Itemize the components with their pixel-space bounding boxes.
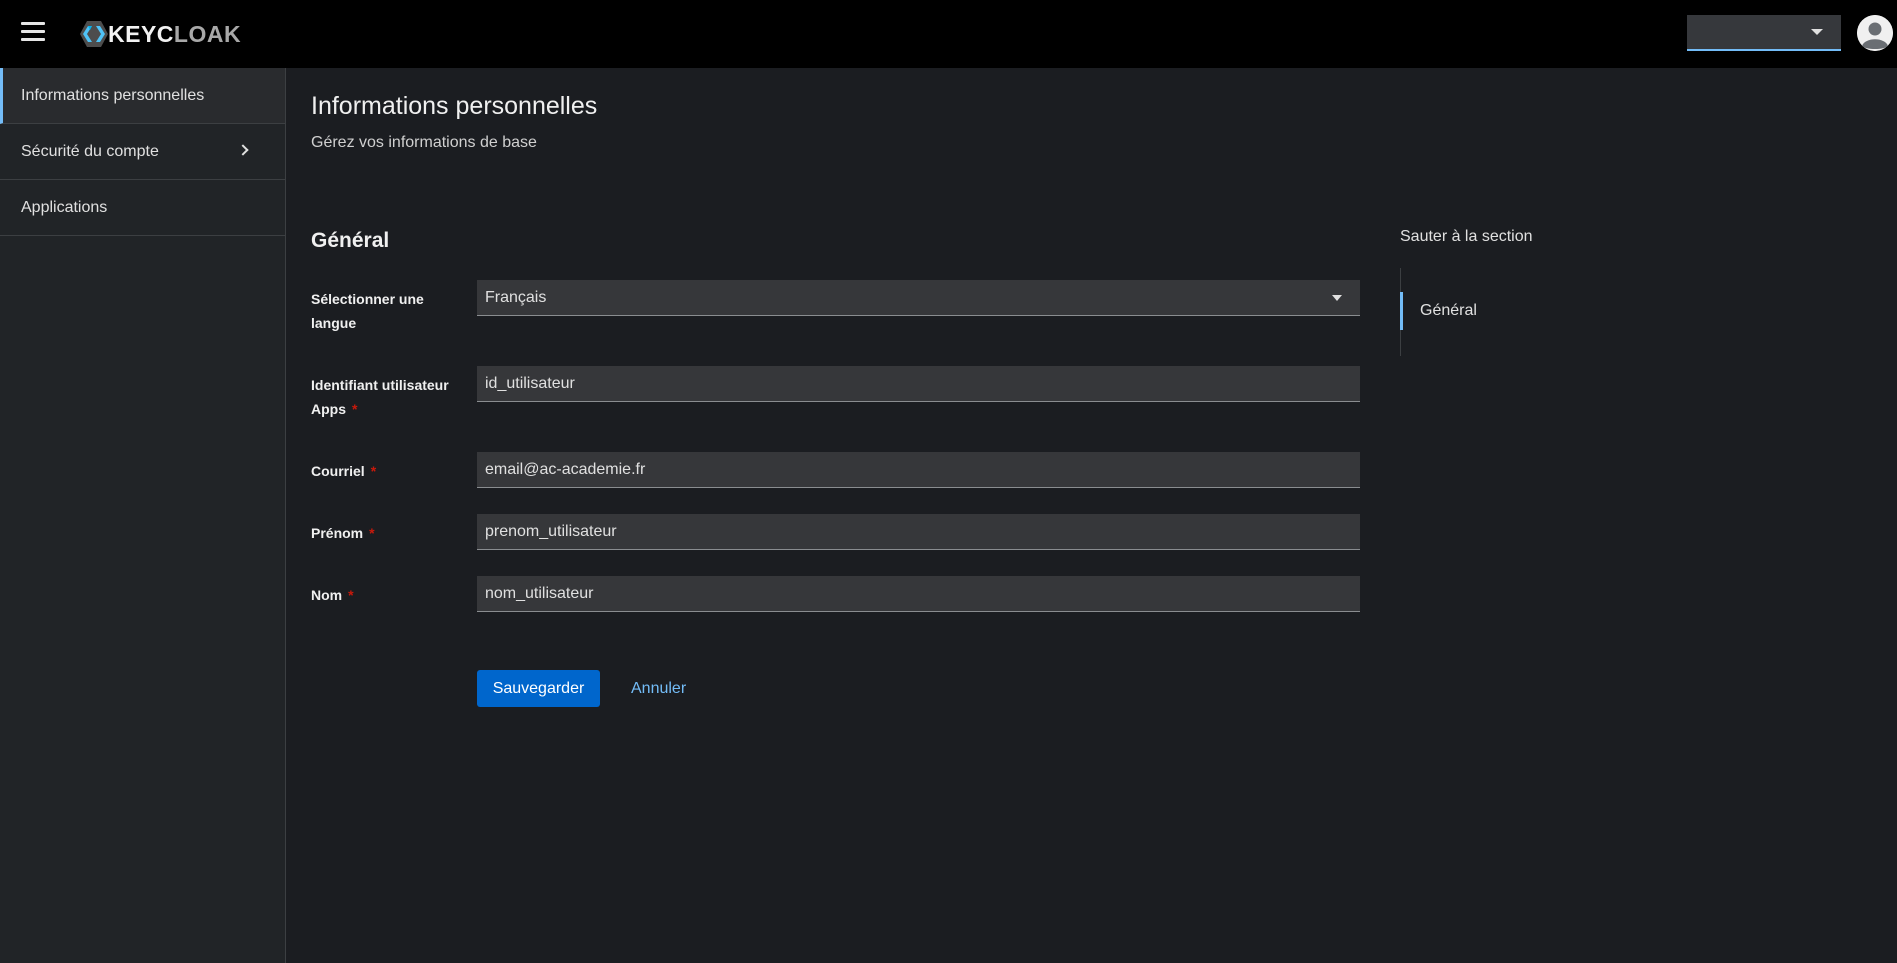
last-name-label: Nom * <box>311 587 354 603</box>
page-description: Gérez vos informations de base <box>311 134 537 151</box>
realm-select[interactable] <box>1687 15 1841 51</box>
required-indicator: * <box>348 587 354 603</box>
last-name-input-value: nom_utilisateur <box>485 584 594 602</box>
first-name-label: Prénom * <box>311 525 375 541</box>
keycloak-wordmark: KEYCLOAK <box>108 20 242 47</box>
sidebar-item-account-security[interactable]: Sécurité du compte <box>0 124 285 180</box>
chevron-right-icon <box>237 144 249 156</box>
first-name-input[interactable]: prenom_utilisateur <box>477 514 1360 550</box>
last-name-input[interactable]: nom_utilisateur <box>477 576 1360 612</box>
keycloak-logo[interactable]: KEYCLOAK <box>74 18 241 50</box>
jump-links-title: Sauter à la section <box>1400 228 1533 245</box>
hamburger-icon[interactable] <box>21 22 45 42</box>
first-name-input-value: prenom_utilisateur <box>485 522 617 540</box>
username-input-value: id_utilisateur <box>485 374 575 392</box>
email-input-value: email@ac-academie.fr <box>485 460 646 478</box>
email-input[interactable]: email@ac-academie.fr <box>477 452 1360 488</box>
sidebar-item-label: Sécurité du compte <box>21 142 159 160</box>
sidebar-item-label: Applications <box>21 198 108 216</box>
sidebar-item-applications[interactable]: Applications <box>0 180 285 236</box>
sidebar: Informations personnelles Sécurité du co… <box>0 68 286 963</box>
username-input[interactable]: id_utilisateur <box>477 366 1360 402</box>
username-label: Identifiant utilisateur Apps * <box>311 377 449 417</box>
required-indicator: * <box>352 401 358 417</box>
sidebar-item-personal-info[interactable]: Informations personnelles <box>0 68 285 124</box>
language-select[interactable]: Français <box>477 280 1360 316</box>
cancel-button[interactable]: Annuler <box>631 670 686 707</box>
user-avatar-icon[interactable] <box>1857 15 1893 51</box>
section-title-general: Général <box>311 229 390 252</box>
caret-down-icon <box>1811 29 1823 35</box>
required-indicator: * <box>370 463 377 479</box>
jump-link-general[interactable]: Général <box>1400 292 1477 330</box>
page-title: Informations personnelles <box>311 92 598 120</box>
language-label: Sélectionner une langue <box>311 291 424 331</box>
email-label: Courriel * <box>311 463 377 479</box>
masthead: KEYCLOAK <box>0 0 1897 68</box>
save-button[interactable]: Sauvegarder <box>477 670 600 707</box>
caret-down-icon <box>1332 295 1342 301</box>
required-indicator: * <box>369 525 375 541</box>
language-select-value: Français <box>485 288 547 306</box>
sidebar-item-label: Informations personnelles <box>21 86 205 104</box>
